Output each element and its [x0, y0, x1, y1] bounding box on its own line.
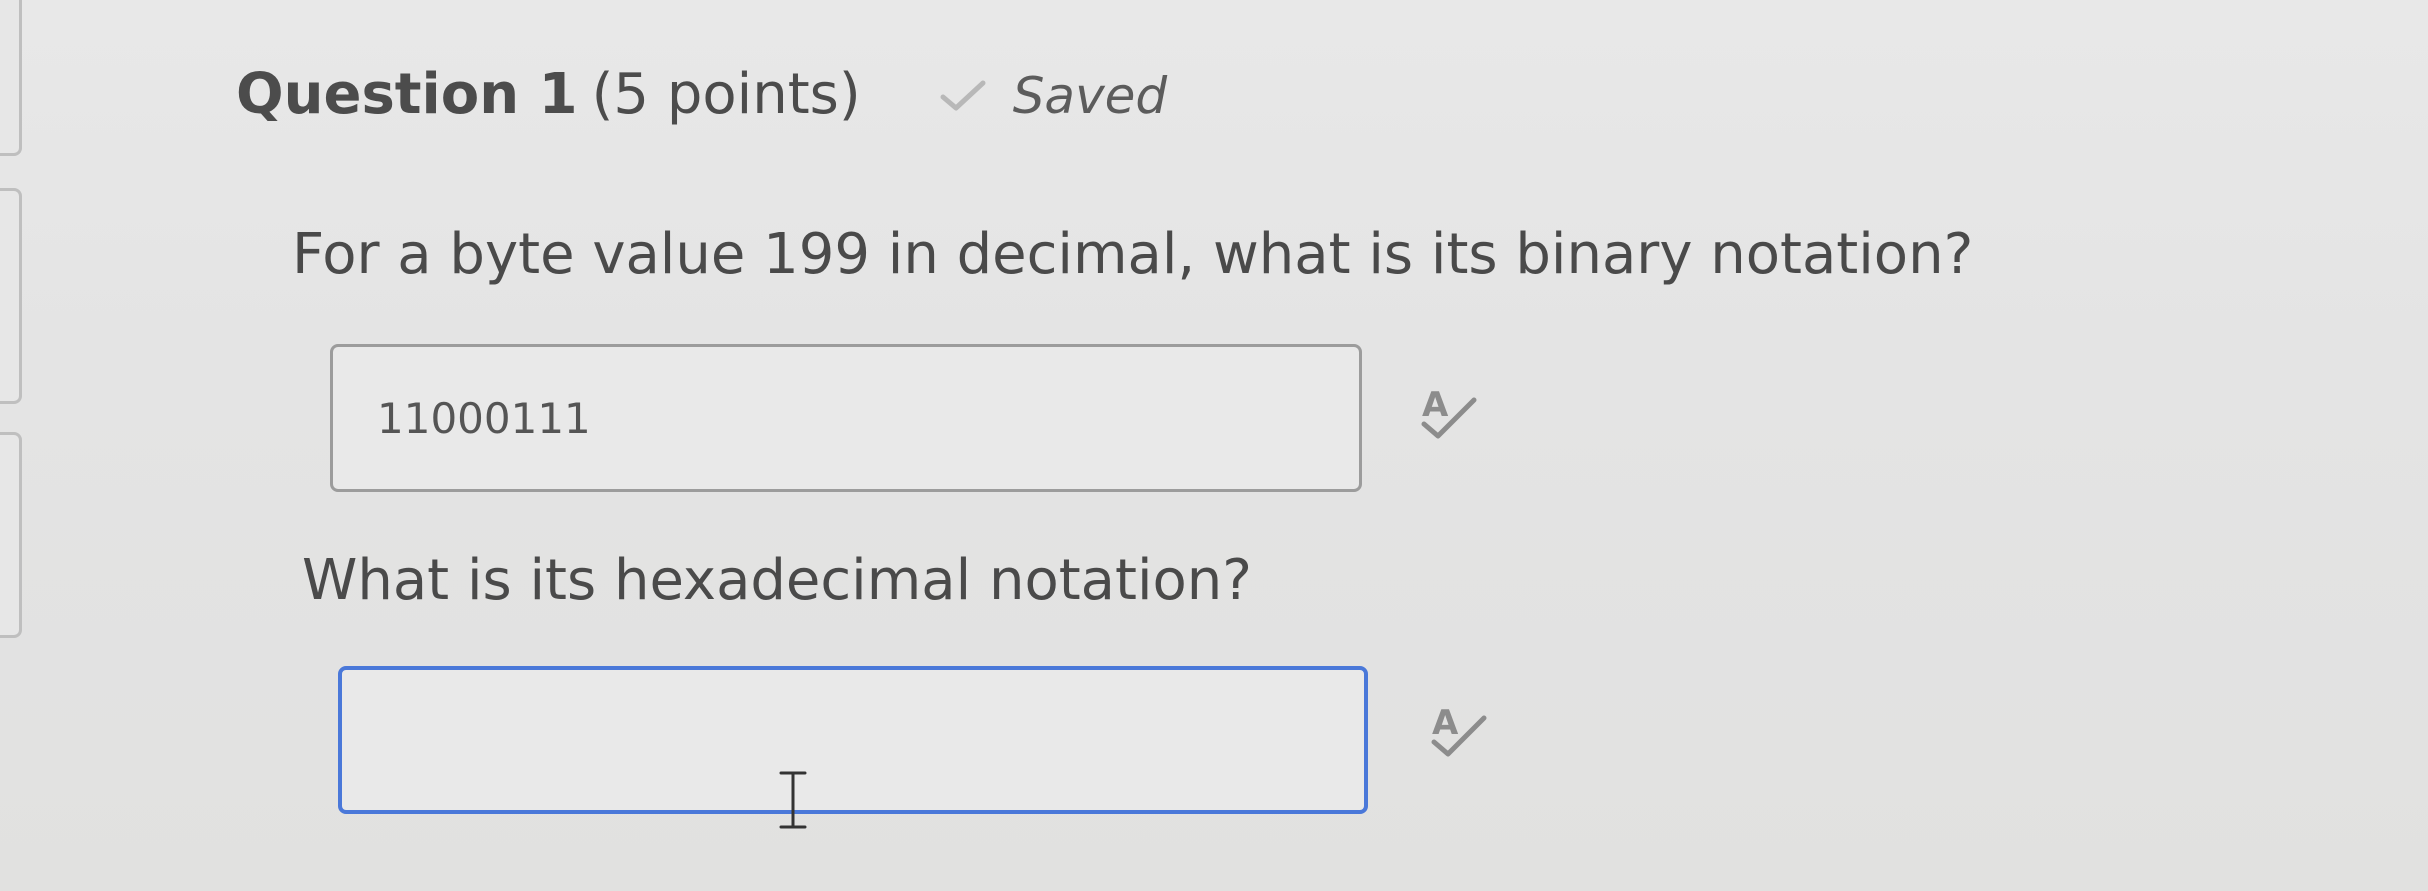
- question-prompt-hexadecimal: What is its hexadecimal notation?: [302, 548, 1252, 613]
- spell-check-icon[interactable]: A: [1418, 382, 1482, 442]
- question-header: Question 1 (5 points) Saved: [236, 62, 1167, 127]
- question-prompt-binary: For a byte value 199 in decimal, what is…: [292, 222, 1974, 287]
- text-cursor-icon: [779, 771, 807, 829]
- saved-status-text: Saved: [1012, 67, 1168, 125]
- check-icon: [940, 80, 986, 111]
- svg-text:A: A: [1422, 385, 1449, 425]
- save-status: Saved: [939, 67, 1167, 125]
- left-panel-edge: [0, 188, 22, 404]
- question-points: (5 points): [591, 62, 861, 127]
- hexadecimal-answer-input[interactable]: [338, 666, 1368, 814]
- spell-check-icon[interactable]: A: [1428, 700, 1492, 760]
- left-panel-edge: [0, 432, 22, 638]
- svg-text:A: A: [1432, 703, 1459, 743]
- left-panel-edge: [0, 0, 22, 156]
- binary-answer-input[interactable]: 11000111: [330, 344, 1362, 492]
- question-title: Question 1: [236, 62, 578, 127]
